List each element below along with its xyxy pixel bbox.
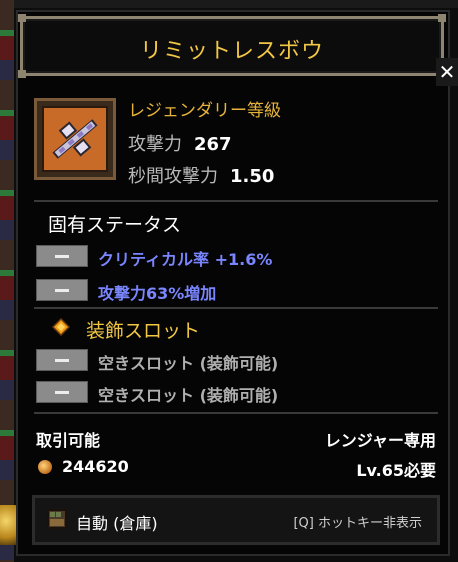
stat-label: 秒間攻撃力 [128, 166, 218, 187]
close-button[interactable]: ✕ [436, 58, 458, 86]
empty-slot-row: 空きスロット (装飾可能) [98, 354, 279, 373]
inherent-stats-heading: 固有ステータス [48, 214, 182, 236]
divider [34, 412, 438, 414]
item-icon-frame [34, 98, 116, 180]
background-top [0, 0, 458, 8]
gem-icon [52, 318, 70, 336]
divider [34, 200, 438, 202]
crossbow-icon [52, 119, 98, 159]
inherent-stat-row: クリティカル率 +1.6% [98, 250, 273, 269]
inherent-stat-row: 攻撃力63%増加 [98, 284, 217, 303]
level-requirement: Lv.65必要 [356, 461, 436, 480]
stat-attack: 攻撃力 267 [128, 130, 232, 156]
stat-attack-speed: 秒間攻撃力 1.50 [128, 162, 274, 188]
frame-corner [18, 70, 26, 78]
stat-label: 攻撃力 [128, 134, 182, 155]
hide-hotkey-hint[interactable]: [Q] ホットキー非表示 [293, 512, 422, 531]
tradable-label: 取引可能 [36, 431, 101, 450]
title-frame: リミットレスボウ [18, 14, 446, 78]
chest-icon[interactable] [46, 508, 68, 530]
stat-value: 267 [194, 134, 232, 155]
coin-icon [38, 460, 52, 474]
sell-price: 244620 [62, 457, 129, 476]
auto-storage-toggle[interactable]: 自動 (倉庫) [76, 510, 158, 534]
stat-badge [36, 245, 88, 267]
slot-badge [36, 349, 88, 371]
stat-value: 1.50 [230, 166, 275, 187]
divider [34, 307, 438, 309]
background-scenery [0, 0, 14, 562]
item-name: リミットレスボウ [139, 39, 324, 64]
class-restriction: レンジャー専用 [324, 431, 436, 450]
stat-badge [36, 279, 88, 301]
decoration-slots-heading: 装飾スロット [86, 320, 201, 342]
empty-slot-row: 空きスロット (装飾可能) [98, 386, 279, 405]
item-rarity: レジェンダリー等級 [128, 101, 281, 121]
slot-badge [36, 381, 88, 403]
